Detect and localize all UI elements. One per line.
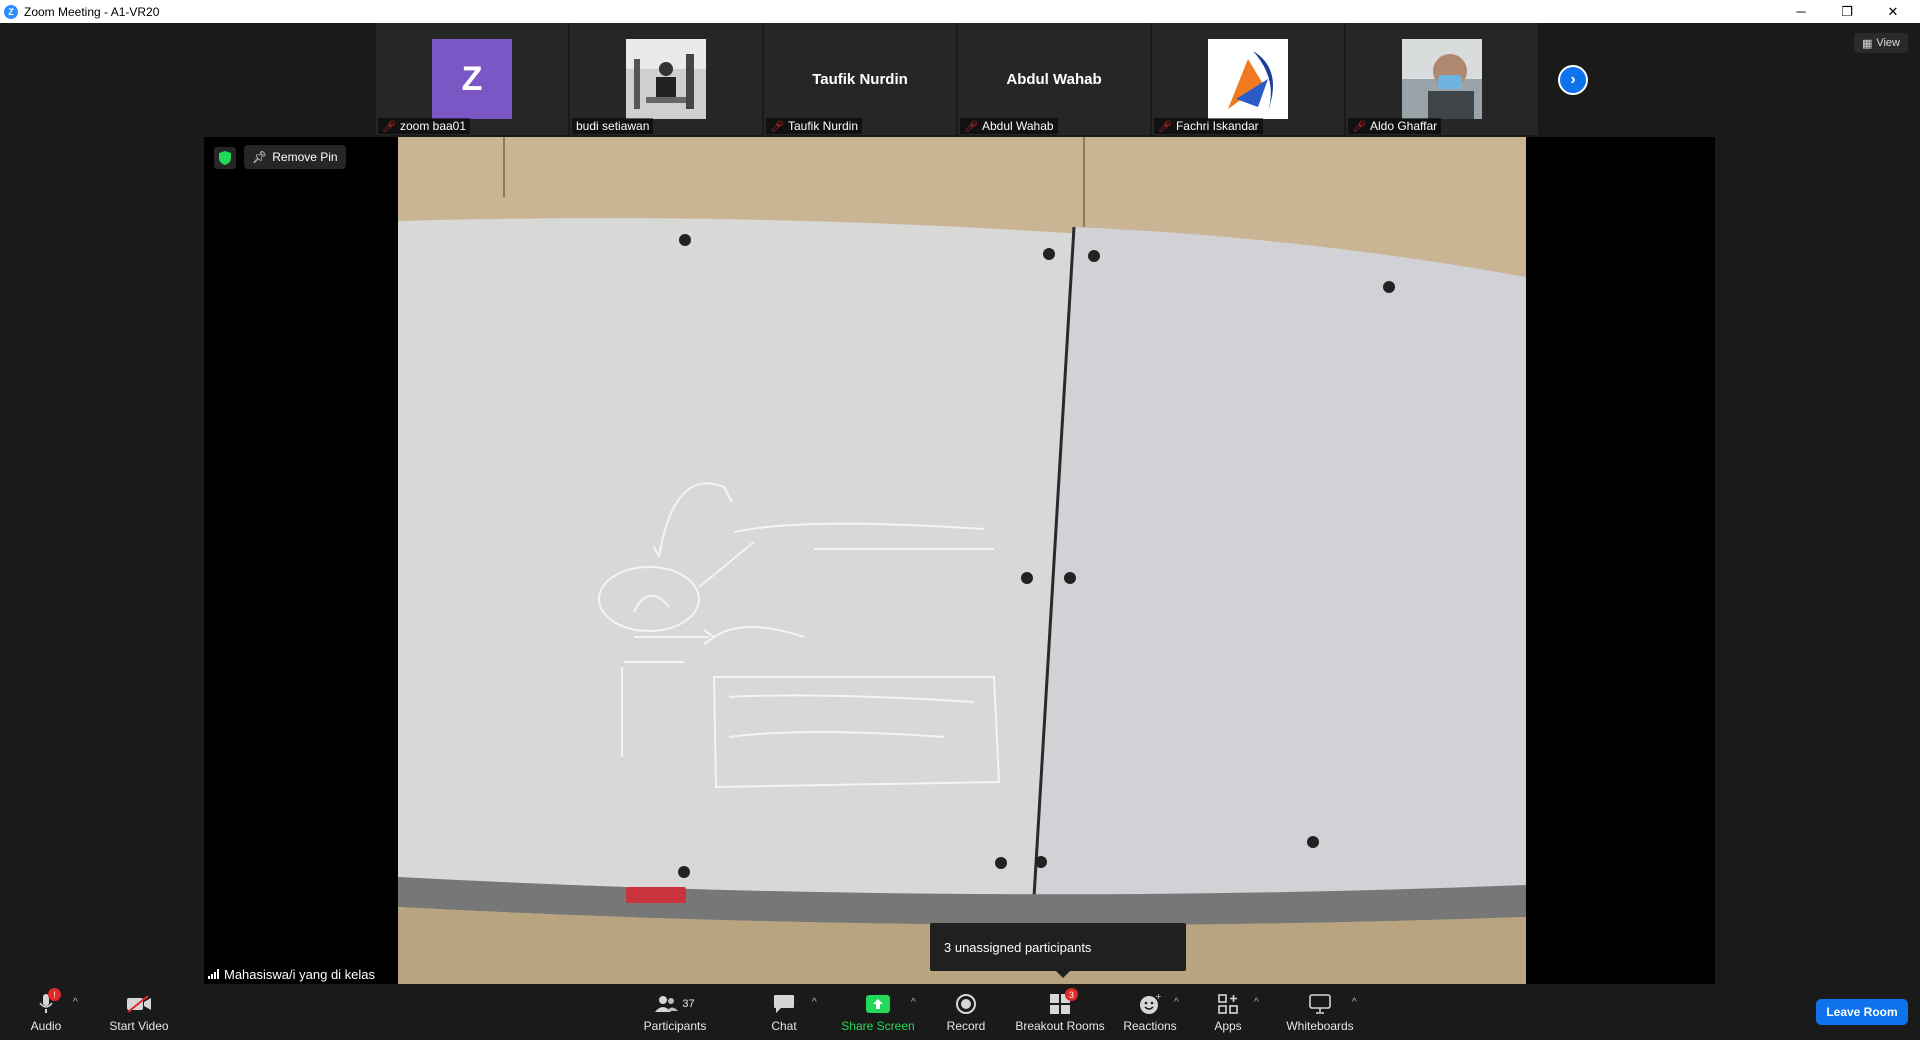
participant-tile[interactable]: budi setiawan — [570, 23, 762, 135]
breakout-tooltip: 3 unassigned participants — [930, 923, 1186, 978]
video-off-icon — [126, 992, 152, 1016]
participant-photo — [626, 39, 706, 119]
record-button[interactable]: Record — [946, 985, 986, 1040]
close-button[interactable]: ✕ — [1870, 0, 1916, 23]
breakout-rooms-label: Breakout Rooms — [1015, 1019, 1105, 1033]
signal-strength-icon — [208, 969, 219, 979]
share-screen-icon — [866, 992, 890, 1016]
minimize-button[interactable]: ─ — [1778, 0, 1824, 23]
participant-name-bar: 🎤︎ Aldo Ghaffar — [1348, 118, 1442, 134]
zoom-app-icon: Z — [4, 4, 18, 19]
participant-name: Fachri Iskandar — [1175, 119, 1259, 133]
reactions-smiley-icon: + — [1139, 992, 1161, 1016]
chevron-right-icon: › — [1570, 71, 1576, 88]
participants-count: 37 — [682, 998, 695, 1010]
participant-name-bar: 🎤︎ Taufik Nurdin — [766, 118, 862, 134]
breakout-rooms-badge: 3 — [1065, 988, 1078, 1001]
svg-text:+: + — [1155, 993, 1161, 1001]
apps-button[interactable]: Apps — [1208, 985, 1248, 1040]
participant-name: Taufik Nurdin — [787, 119, 858, 133]
reactions-button[interactable]: + Reactions — [1120, 985, 1180, 1040]
share-options-caret[interactable]: ^ — [911, 997, 916, 1008]
mic-muted-icon: 🎤︎ — [1352, 120, 1366, 133]
participant-tile-name: Taufik Nurdin — [812, 70, 908, 88]
audio-button[interactable]: ! Audio — [26, 985, 66, 1040]
mic-muted-icon: 🎤︎ — [1158, 120, 1172, 133]
whiteboards-button[interactable]: Whiteboards — [1280, 985, 1360, 1040]
apps-icon — [1218, 992, 1238, 1016]
speaker-name-label: Mahasiswa/i yang di kelas — [204, 964, 380, 984]
whiteboard-video-frame — [204, 137, 1715, 984]
participant-name: Abdul Wahab — [981, 119, 1054, 133]
mic-muted-icon: 🎤︎ — [964, 120, 978, 133]
breakout-rooms-icon: 3 — [1050, 988, 1078, 1016]
participant-name-bar: budi setiawan — [572, 118, 654, 134]
window-title: Zoom Meeting - A1-VR20 — [24, 4, 160, 19]
whiteboards-options-caret[interactable]: ^ — [1352, 997, 1357, 1008]
leave-room-button[interactable]: Leave Room — [1816, 999, 1908, 1025]
pin-icon: 📌︎ — [252, 150, 268, 164]
participant-name: budi setiawan — [576, 119, 650, 133]
thumbnail-strip: Z 🎤︎ zoom baa01 budi setiawan Taufik Nur… — [376, 23, 1538, 135]
encryption-shield-icon[interactable] — [214, 147, 236, 169]
start-video-label: Start Video — [109, 1019, 169, 1033]
whiteboards-label: Whiteboards — [1286, 1019, 1354, 1033]
breakout-rooms-button[interactable]: 3 Breakout Rooms — [1014, 985, 1106, 1040]
participant-tile[interactable]: 🎤︎ Aldo Ghaffar — [1346, 23, 1538, 135]
mic-muted-icon: 🎤︎ — [382, 120, 396, 133]
participant-name-bar: 🎤︎ Abdul Wahab — [960, 118, 1058, 134]
title-bar: Z Zoom Meeting - A1-VR20 ─ ❐ ✕ — [0, 0, 1920, 23]
grid-icon: ▦ — [1861, 37, 1873, 50]
participant-tile-name: Abdul Wahab — [1006, 70, 1102, 88]
chat-button[interactable]: Chat — [764, 985, 804, 1040]
mic-muted-icon: 🎤︎ — [770, 120, 784, 133]
start-video-button[interactable]: Start Video — [104, 985, 174, 1040]
avatar: Z — [432, 39, 512, 119]
participant-photo — [1402, 39, 1482, 119]
audio-warning-badge: ! — [48, 988, 61, 1001]
participants-icon: 37 — [655, 992, 695, 1016]
view-button[interactable]: ▦ View — [1853, 33, 1908, 53]
reactions-options-caret[interactable]: ^ — [1174, 997, 1179, 1008]
participant-name: zoom baa01 — [399, 119, 467, 133]
share-screen-label: Share Screen — [841, 1019, 915, 1033]
restore-button[interactable]: ❐ — [1824, 0, 1870, 23]
participant-tile[interactable]: 🎤︎ Fachri Iskandar — [1152, 23, 1344, 135]
participant-name-bar: 🎤︎ zoom baa01 — [378, 118, 471, 134]
next-page-button[interactable]: › — [1558, 65, 1588, 95]
record-label: Record — [946, 1019, 986, 1033]
pinned-video[interactable]: 📌︎ Remove Pin Mahasiswa/i yang di kelas — [204, 137, 1715, 984]
participant-name: Aldo Ghaffar — [1369, 119, 1438, 133]
audio-options-caret[interactable]: ^ — [73, 997, 78, 1008]
whiteboard-icon — [1309, 992, 1331, 1016]
participant-tile[interactable]: Abdul Wahab 🎤︎ Abdul Wahab — [958, 23, 1150, 135]
participants-label: Participants — [643, 1019, 707, 1033]
apps-options-caret[interactable]: ^ — [1254, 997, 1259, 1008]
speaker-name: Mahasiswa/i yang di kelas — [224, 966, 376, 982]
meeting-stage: ▦ View Z 🎤︎ zoom baa01 budi setiawan Tau… — [0, 23, 1920, 985]
chat-icon — [773, 992, 795, 1016]
share-screen-button[interactable]: Share Screen — [838, 985, 918, 1040]
participant-tile[interactable]: Taufik Nurdin 🎤︎ Taufik Nurdin — [764, 23, 956, 135]
remove-pin-label: Remove Pin — [272, 150, 338, 164]
participant-name-bar: 🎤︎ Fachri Iskandar — [1154, 118, 1263, 134]
record-icon — [956, 992, 976, 1016]
remove-pin-button[interactable]: 📌︎ Remove Pin — [244, 145, 346, 169]
participant-logo — [1208, 39, 1288, 119]
reactions-label: Reactions — [1123, 1019, 1177, 1033]
audio-label: Audio — [30, 1019, 62, 1033]
microphone-icon: ! — [39, 988, 61, 1016]
chat-options-caret[interactable]: ^ — [812, 997, 817, 1008]
participants-button[interactable]: 37 Participants — [640, 985, 710, 1040]
view-button-label: View — [1876, 37, 1900, 49]
participant-tile[interactable]: Z 🎤︎ zoom baa01 — [376, 23, 568, 135]
apps-label: Apps — [1214, 1019, 1242, 1033]
chat-label: Chat — [771, 1019, 797, 1033]
meeting-toolbar: ! Audio ^ Start Video 37 Participants Ch… — [0, 985, 1920, 1040]
